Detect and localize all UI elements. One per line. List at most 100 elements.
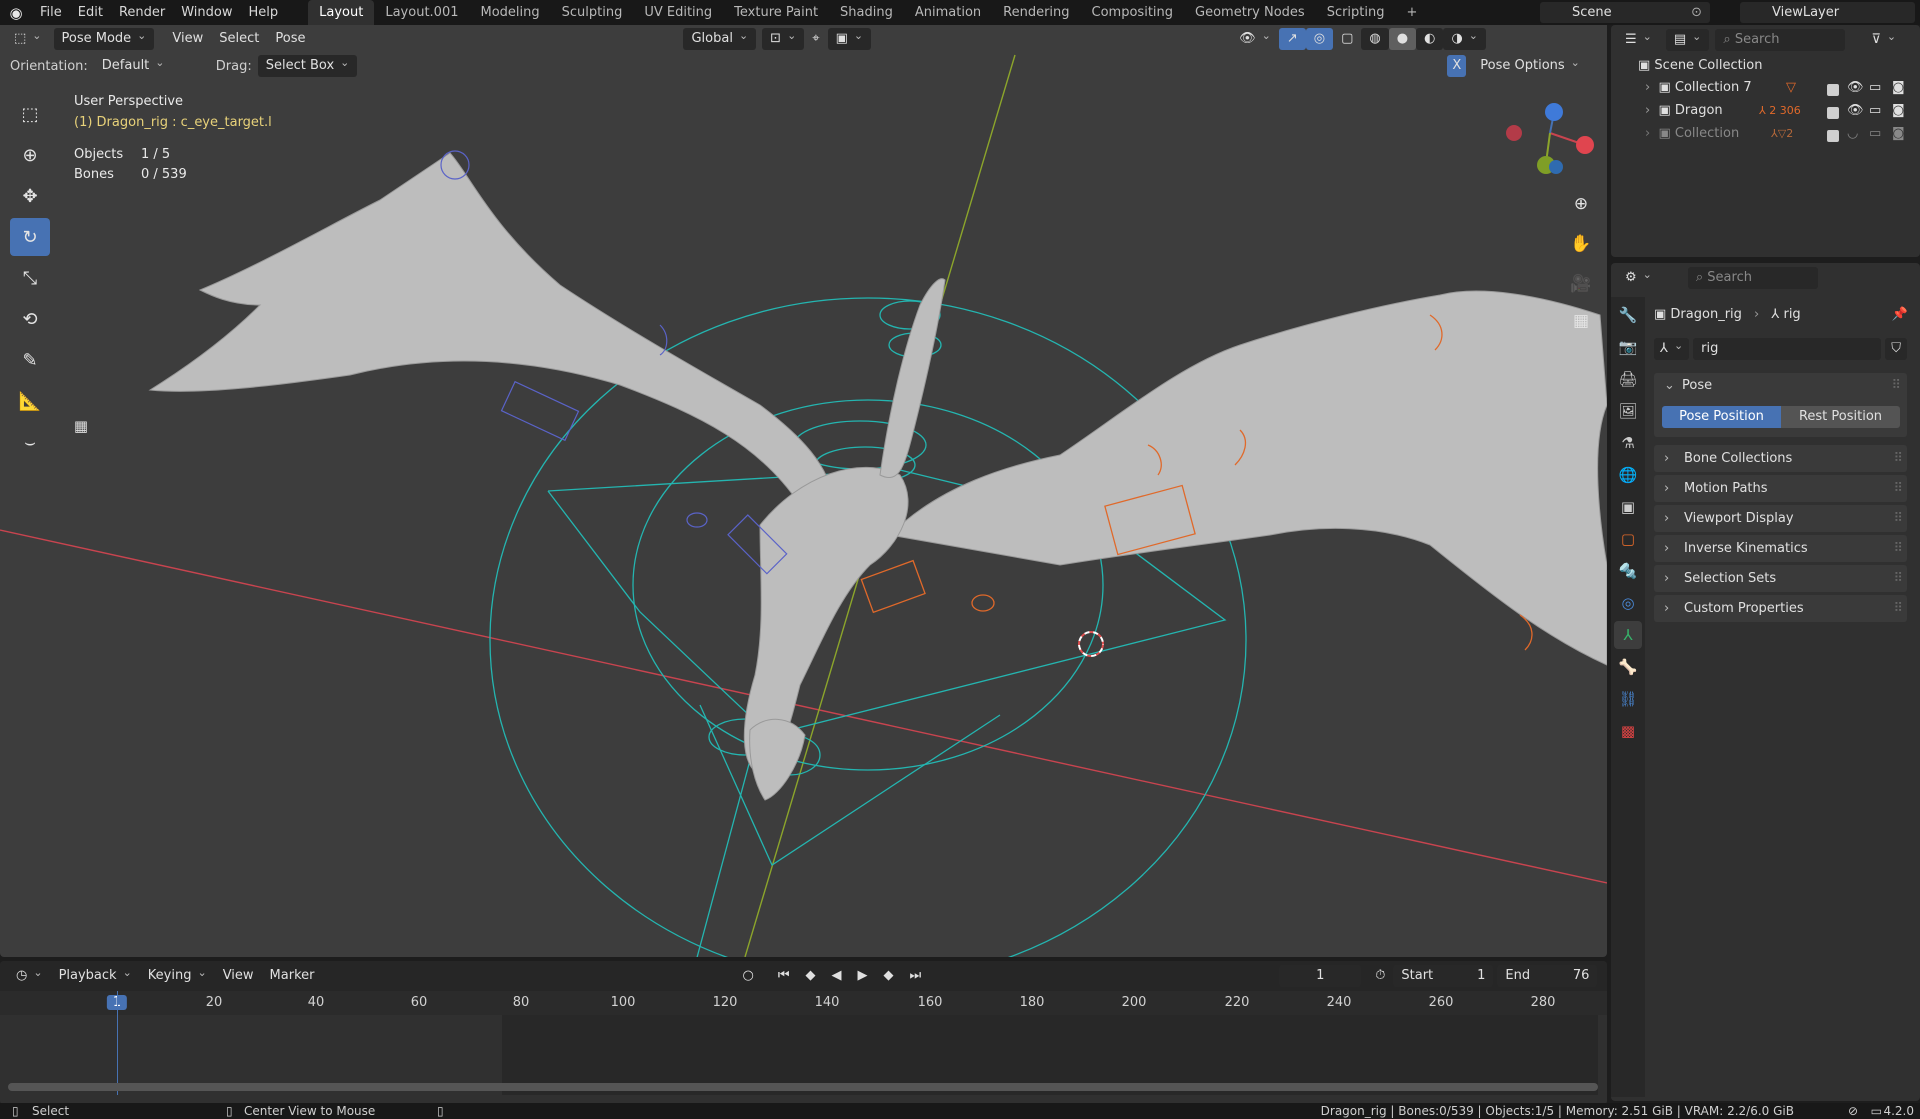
camera-icon[interactable]: ◙ [1892,77,1905,99]
chevron-down-icon[interactable]: ⌄ [1664,378,1675,393]
xray-icon[interactable]: ▢ [1333,28,1361,50]
display-mode-icon[interactable]: ▤ [1665,29,1710,51]
transform-orientation-selector[interactable]: Global [683,28,757,50]
eye-closed-icon[interactable]: ◡ [1847,123,1858,145]
outliner-search-field[interactable]: ⌕ Search [1715,29,1846,51]
bone-constraints-tab-icon[interactable]: ⛓ [1614,685,1642,713]
eye-icon[interactable]: 👁 [1847,100,1864,122]
timeline-ruler[interactable]: 1 20 40 60 80 100 120 140 160 180 200 22… [0,991,1607,1015]
outliner-row-collection-7[interactable]: › ▣ Collection 7 ▽ 👁 ▭ ◙ [1611,77,1920,99]
expand-chevron-icon[interactable]: › [1645,80,1650,95]
camera-view-icon[interactable]: 🎥 [1566,269,1596,299]
tab-scripting[interactable]: Scripting [1316,0,1396,25]
tool-tab-icon[interactable]: 🔧 [1614,301,1642,329]
filter-icon[interactable]: ⊽ [1863,29,1904,51]
scale-tool-icon[interactable]: ⤡ [10,259,50,297]
tab-layout-001[interactable]: Layout.001 [374,0,469,25]
pan-hand-icon[interactable]: ✋ [1566,229,1596,259]
breadcrumb-data[interactable]: rig [1783,307,1800,322]
play-icon[interactable]: ▶ [850,965,876,987]
view-layer-selector[interactable]: ViewLayer [1740,2,1915,23]
pivot-point-icon[interactable]: ⊡ [762,28,805,50]
fake-user-shield-icon[interactable]: ⛉ [1885,338,1907,360]
outliner-row-collection[interactable]: › ▣ Collection ⅄▽2 ◡ ▭ ◙ [1611,123,1920,145]
visibility-icon[interactable]: 👁 [1231,28,1279,50]
jump-start-icon[interactable]: ⏮ [770,965,798,987]
snap-icon[interactable]: ⌖ [804,28,827,50]
menu-keying[interactable]: Keying [140,965,215,987]
transform-tool-icon[interactable]: ⟲ [10,300,50,338]
drag-grip-icon[interactable]: ⠿ [1893,445,1902,472]
monitor-icon[interactable]: ▭ [1869,77,1881,99]
menu-timeline-view[interactable]: View [215,965,262,987]
pose-options-button[interactable]: Pose Options [1472,55,1588,77]
tab-uv-editing[interactable]: UV Editing [633,0,723,25]
menu-view[interactable]: View [164,28,211,50]
subpanel-custom-properties[interactable]: › Custom Properties ⠿ [1654,595,1907,622]
tab-compositing[interactable]: Compositing [1081,0,1185,25]
jump-keyframe-forward-icon[interactable]: ◆ [876,965,902,987]
camera-icon[interactable]: ◙ [1892,123,1905,145]
editor-type-icon[interactable]: ⬚ [6,28,50,50]
shading-wireframe-icon[interactable]: ◍ [1361,28,1389,50]
properties-search-field[interactable]: ⌕ Search [1687,267,1818,289]
cursor-tool-icon[interactable]: ⊕ [10,136,50,174]
subpanel-inverse-kinematics[interactable]: › Inverse Kinematics ⠿ [1654,535,1907,562]
outliner-row-dragon[interactable]: › ▣ Dragon ⅄ 2 306 👁 ▭ ◙ [1611,100,1920,122]
drag-grip-icon[interactable]: ⠿ [1891,378,1901,393]
monitor-icon[interactable]: ▭ [1869,123,1881,145]
play-reverse-icon[interactable]: ◀ [824,965,850,987]
physics-tab-icon[interactable]: ◎ [1614,589,1642,617]
tab-animation[interactable]: Animation [904,0,992,25]
menu-playback[interactable]: Playback [51,965,140,987]
render-tab-icon[interactable]: 📷 [1614,333,1642,361]
menu-edit[interactable]: Edit [70,0,111,25]
subpanel-bone-collections[interactable]: › Bone Collections ⠿ [1654,445,1907,472]
end-frame-field[interactable]: End 76 [1497,965,1598,987]
object-tab-icon[interactable]: ▢ [1614,525,1642,553]
tab-modeling[interactable]: Modeling [469,0,550,25]
view-layer-tab-icon[interactable]: 🖼 [1614,397,1642,425]
datablock-browse-icon[interactable]: ⅄ [1654,338,1690,360]
shading-material-icon[interactable]: ◐ [1416,28,1444,50]
drag-grip-icon[interactable]: ⠿ [1893,475,1902,502]
tab-sculpting[interactable]: Sculpting [551,0,634,25]
menu-window[interactable]: Window [173,0,240,25]
drag-grip-icon[interactable]: ⠿ [1893,565,1902,592]
mode-selector[interactable]: Pose Mode [53,28,155,50]
menu-marker[interactable]: Marker [262,965,323,987]
texture-tab-icon[interactable]: ▩ [1614,717,1642,745]
subpanel-motion-paths[interactable]: › Motion Paths ⠿ [1654,475,1907,502]
scene-tab-icon[interactable]: ⚗ [1614,429,1642,457]
jump-keyframe-back-icon[interactable]: ◆ [798,965,824,987]
datablock-name-field[interactable]: rig [1693,338,1882,360]
zoom-icon[interactable]: ⊕ [1566,189,1596,219]
tab-shading[interactable]: Shading [829,0,904,25]
subpanel-selection-sets[interactable]: › Selection Sets ⠿ [1654,565,1907,592]
tab-geometry-nodes[interactable]: Geometry Nodes [1184,0,1316,25]
properties-editor-type-icon[interactable]: ⚙ [1617,267,1660,289]
rotate-tool-icon[interactable]: ↻ [10,218,50,256]
blender-logo-icon[interactable]: ◉ [0,0,32,25]
outliner-editor-type-icon[interactable]: ☰ [1617,29,1660,51]
collection-tab-icon[interactable]: ▣ [1614,493,1642,521]
armature-data-tab-icon[interactable]: ⅄ [1614,621,1642,649]
measure-tool-icon[interactable]: 📐 [10,382,50,420]
menu-pose[interactable]: Pose [267,28,313,50]
tab-texture-paint[interactable]: Texture Paint [723,0,829,25]
bone-roll-icon[interactable]: ⌣ [10,423,50,461]
gizmo-toggle-icon[interactable]: ↗ [1278,28,1306,50]
pin-icon[interactable]: 📌 [1892,305,1908,325]
scene-selector[interactable]: Scene ⊙ [1540,2,1710,23]
timeline-scrollbar[interactable] [8,1083,1598,1091]
menu-help[interactable]: Help [241,0,287,25]
timeline-track-area[interactable] [8,991,1598,1095]
expand-chevron-icon[interactable]: › [1645,126,1650,141]
preview-range-icon[interactable]: ⏱ [1367,965,1393,987]
select-box-icon[interactable]: ⬚ [10,95,50,133]
tab-rendering[interactable]: Rendering [992,0,1080,25]
overlay-toggle-icon[interactable]: ◎ [1305,28,1334,50]
move-tool-icon[interactable]: ✥ [10,177,50,215]
output-tab-icon[interactable]: 🖨 [1614,365,1642,393]
shading-solid-icon[interactable]: ● [1388,28,1417,50]
